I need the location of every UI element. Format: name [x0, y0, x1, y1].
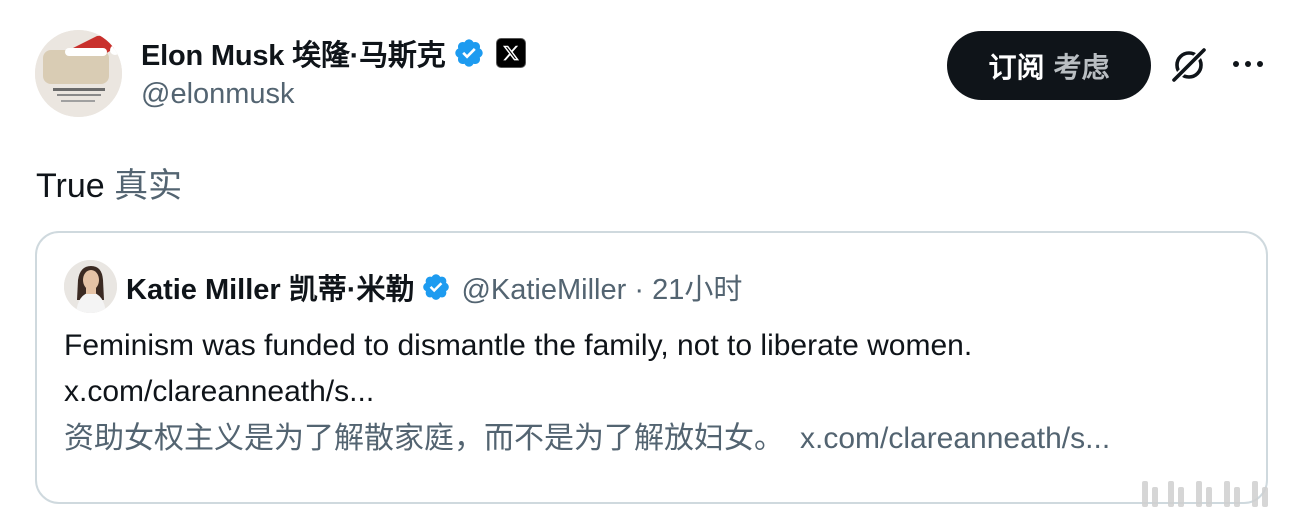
more-dot: [1257, 61, 1263, 67]
tweet-text-translation: 真实: [114, 167, 183, 205]
quoted-timestamp[interactable]: 21小时: [652, 274, 742, 306]
quoted-header: Katie Miller 凯蒂·米勒 @KatieMiller · 21小时: [126, 267, 742, 307]
more-options-icon[interactable]: [1228, 50, 1268, 78]
author-avatar[interactable]: [35, 30, 122, 117]
more-dot: [1233, 61, 1239, 67]
author-name-row: Elon Musk 埃隆·马斯克: [141, 33, 526, 73]
tweet-text-original: True: [36, 167, 105, 205]
quoted-translation: 资助女权主义是为了解散家庭，而不是为了解放妇女。 x.com/clareannea…: [64, 416, 1110, 462]
quoted-author-avatar[interactable]: [64, 260, 117, 313]
quoted-body-link[interactable]: x.com/clareanneath/s...: [64, 369, 972, 415]
quoted-translation-link[interactable]: x.com/clareanneath/s...: [800, 422, 1110, 455]
subscribe-translation: 考虑: [1053, 51, 1110, 83]
quoted-meta: @KatieMiller · 21小时: [461, 266, 742, 308]
more-dot: [1245, 61, 1251, 67]
author-handle[interactable]: @elonmusk: [141, 78, 295, 111]
subscribe-button[interactable]: 订阅 考虑: [947, 31, 1151, 100]
quoted-translation-text: 资助女权主义是为了解散家庭，而不是为了解放妇女。: [64, 422, 784, 455]
subscribe-label: 订阅: [988, 51, 1045, 83]
quoted-avatar-image: [64, 260, 117, 313]
author-name[interactable]: Elon Musk 埃隆·马斯克: [141, 32, 446, 74]
watermark-logo: [1138, 477, 1288, 511]
quoted-author-handle[interactable]: @KatieMiller: [461, 274, 626, 306]
grok-icon[interactable]: [1168, 44, 1210, 86]
x-logo-icon[interactable]: [495, 38, 526, 68]
santa-hat-avatar-image: [35, 30, 122, 117]
verified-badge-icon[interactable]: [453, 37, 485, 69]
verified-badge-icon[interactable]: [421, 272, 451, 302]
quoted-tweet-card[interactable]: Katie Miller 凯蒂·米勒 @KatieMiller · 21小时 F…: [35, 231, 1268, 504]
quoted-author-name[interactable]: Katie Miller 凯蒂·米勒: [126, 266, 414, 308]
meta-separator: ·: [634, 274, 644, 306]
quoted-body-line: Feminism was funded to dismantle the fam…: [64, 329, 973, 362]
tweet-text: True 真实: [36, 158, 182, 207]
quoted-tweet-body: Feminism was funded to dismantle the fam…: [64, 323, 972, 415]
